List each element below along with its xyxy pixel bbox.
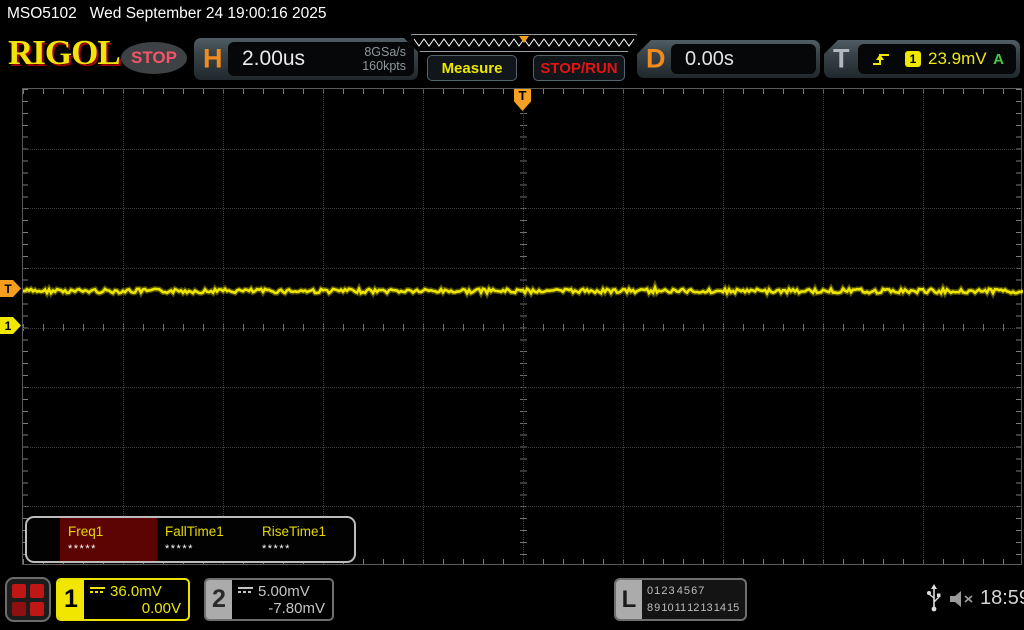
trigger-slope-icon — [873, 54, 889, 65]
datetime-text: Wed September 24 19:00:16 2025 — [89, 5, 327, 22]
logic-analyzer-label: L — [616, 580, 642, 619]
dc-coupling-icon — [90, 587, 105, 595]
channel2-scale: 5.00mV — [258, 582, 310, 600]
measure-button[interactable]: Measure — [427, 55, 517, 81]
timebase-value: 2.00us — [242, 47, 306, 70]
sample-rate: 8GSa/s — [364, 44, 406, 59]
trigger-panel[interactable]: T 1 23.9mV A — [824, 40, 1020, 78]
red-square — [12, 601, 26, 616]
channel1-offset: 0.00V — [141, 599, 181, 617]
usb-icon — [927, 584, 941, 612]
stop-run-button[interactable]: STOP/RUN — [533, 55, 625, 81]
channel1-scale: 36.0mV — [110, 582, 162, 600]
measurement-item-risetime1[interactable]: RiseTime1 ***** — [254, 518, 351, 561]
horizontal-panel[interactable]: H 2.00us 8GSa/s 160kpts — [194, 38, 418, 80]
preview-position-icon — [519, 36, 529, 43]
delay-label: D — [646, 43, 666, 74]
measurement-name: FallTime1 — [165, 524, 224, 539]
red-square — [30, 601, 44, 616]
trigger-level-marker[interactable]: T — [0, 280, 21, 297]
channel1-status[interactable]: 1 36.0mV 0.00V — [56, 578, 190, 621]
trigger-label: T — [833, 43, 850, 74]
memory-depth: 160kpts — [362, 59, 406, 73]
topbar: MSO5102 Wed September 24 19:00:16 2025 — [7, 0, 327, 28]
acquisition-info: 8GSa/s 160kpts — [362, 45, 406, 74]
digital-channels-row1: 0 1 2 3 4 5 6 7 — [647, 585, 705, 597]
trigger-mode: A — [993, 50, 1004, 68]
dc-coupling-icon — [238, 587, 253, 595]
channel1-trace — [23, 279, 1023, 300]
measurement-name: RiseTime1 — [262, 524, 327, 539]
horizontal-label: H — [203, 43, 223, 74]
delay-value: 0.00s — [685, 47, 734, 70]
channel2-offset: -7.80mV — [268, 599, 325, 617]
measurement-value: ***** — [165, 543, 194, 555]
measurement-value: ***** — [262, 543, 291, 555]
measurement-item-falltime1[interactable]: FallTime1 ***** — [157, 518, 254, 561]
channel1-ground-marker[interactable]: 1 — [0, 317, 21, 334]
digital-channels-row2: 8 9 10 11 12 13 14 15 — [647, 601, 740, 614]
channel2-number: 2 — [206, 580, 232, 619]
channel2-status[interactable]: 2 5.00mV -7.80mV — [204, 578, 334, 621]
measurement-item-freq1[interactable]: Freq1 ***** — [60, 518, 157, 561]
red-square — [30, 583, 44, 598]
speaker-muted-icon[interactable] — [948, 589, 976, 609]
trigger-source-badge: 1 — [905, 51, 921, 67]
measurement-panel: Freq1 ***** FallTime1 ***** RiseTime1 **… — [25, 516, 356, 563]
channel1-number: 1 — [58, 580, 84, 619]
rigol-logo: RIGOL — [8, 33, 121, 72]
logic-analyzer-status[interactable]: L 0 1 2 3 4 5 6 7 8 9 10 11 12 13 14 15 — [614, 578, 747, 621]
clock: 18:59 — [980, 587, 1024, 609]
waveform-preview-bar[interactable] — [411, 34, 637, 52]
measurement-name: Freq1 — [68, 524, 104, 539]
model-name: MSO5102 — [7, 5, 77, 22]
trigger-level-value: 23.9mV — [928, 49, 987, 68]
quad-squares-icon[interactable] — [5, 577, 51, 622]
waveform-display[interactable] — [22, 88, 1023, 565]
measurement-value: ***** — [68, 543, 97, 555]
delay-panel[interactable]: D 0.00s — [637, 40, 820, 78]
red-square — [12, 583, 26, 598]
run-state-badge: STOP — [121, 42, 187, 74]
